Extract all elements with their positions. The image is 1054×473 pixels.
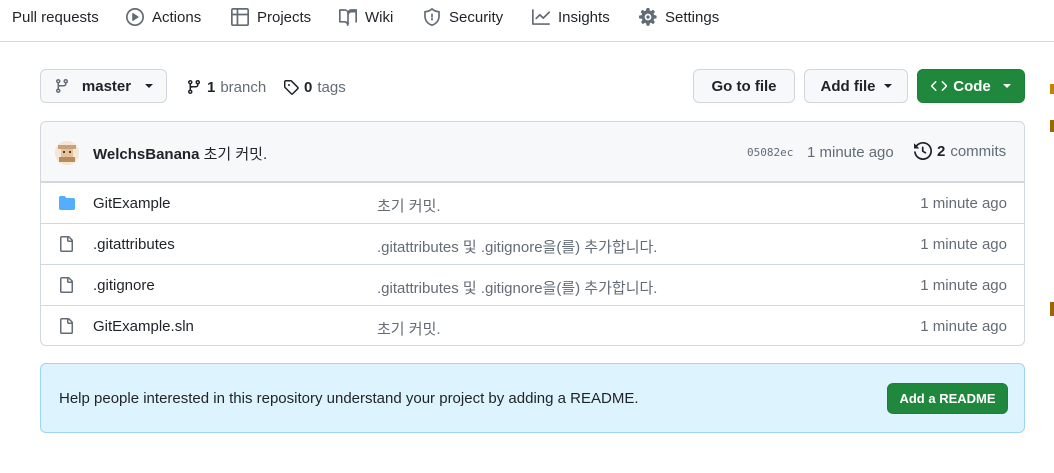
file-icon [58,318,74,334]
branch-select-label: master [81,77,132,95]
branches-link[interactable]: 1 branch [186,77,266,97]
nav-tab-insights[interactable]: Insights [532,0,610,34]
nav-tab-actions[interactable]: Actions [126,0,201,34]
sidebar-clipped-fragment [1050,120,1054,132]
go-to-file-label: Go to file [711,77,777,95]
file-commit-time: 1 minute ago [920,277,1007,294]
code-label: Code [953,77,991,95]
file-icon [58,236,74,252]
table-row[interactable]: GitExample 초기 커밋. 1 minute ago [41,182,1024,223]
nav-label: Actions [152,8,202,26]
table-row[interactable]: .gitignore .gitattributes 및 .gitignore을(… [41,264,1024,305]
avatar[interactable] [55,141,79,165]
nav-label: Security [449,8,504,26]
nav-label: Insights [558,8,610,26]
tag-label: tags [317,78,346,96]
git-branch-icon [186,79,202,95]
nav-tab-settings[interactable]: Settings [639,0,719,34]
chevron-down-icon [145,84,154,88]
readme-prompt: Help people interested in this repositor… [59,390,639,407]
commit-summary: WelchsBanana 초기 커밋. [93,143,267,164]
sidebar-clipped-fragment [1050,302,1054,316]
chevron-down-icon [1002,84,1011,88]
nav-tab-security[interactable]: Security [423,0,503,34]
file-commit-message[interactable]: 초기 커밋. [377,318,441,339]
table-icon [231,8,249,26]
branch-label: branch [220,78,267,96]
history-icon [914,142,932,160]
file-name[interactable]: GitExample [93,195,171,212]
file-commit-time: 1 minute ago [920,236,1007,253]
nav-label: Wiki [365,8,394,26]
file-commit-message[interactable]: .gitattributes 및 .gitignore을(를) 추가합니다. [377,277,657,298]
file-name[interactable]: .gitattributes [93,236,175,253]
repo-nav: Pull requests Actions Projects Wiki Secu… [0,0,1054,42]
readme-banner: Help people interested in this repositor… [40,363,1025,433]
commit-count: 2 [937,142,946,160]
add-file-button[interactable]: Add file [804,69,908,103]
nav-tab-projects[interactable]: Projects [231,0,311,34]
add-readme-button[interactable]: Add a README [887,383,1008,414]
commit-sha[interactable]: 05082ec [747,146,793,159]
nav-tab-wiki[interactable]: Wiki [339,0,393,34]
latest-commit-bar: WelchsBanana 초기 커밋. 05082ec 1 minute ago… [41,122,1024,182]
file-commit-message[interactable]: 초기 커밋. [377,195,441,216]
commit-count-label: commits [950,142,1007,160]
tag-icon [283,79,299,95]
graph-icon [532,8,550,26]
book-icon [339,8,357,26]
chevron-down-icon [883,84,892,88]
tag-count: 0 [304,78,313,96]
file-name[interactable]: GitExample.sln [93,318,194,335]
add-file-label: Add file [820,77,876,95]
nav-label: Projects [257,8,312,26]
git-branch-icon [54,78,70,94]
tags-link[interactable]: 0 tags [283,77,346,97]
add-readme-label: Add a README [899,391,996,406]
folder-icon [58,195,76,211]
file-commit-message[interactable]: .gitattributes 및 .gitignore을(를) 추가합니다. [377,236,657,257]
table-row[interactable]: GitExample.sln 초기 커밋. 1 minute ago [41,305,1024,345]
code-icon [931,78,948,94]
commits-link[interactable]: 2 commits [914,142,1006,160]
branch-select[interactable]: master [40,69,167,103]
commit-message[interactable]: 초기 커밋. [204,146,268,163]
sidebar-clipped-fragment [1050,84,1054,94]
table-row[interactable]: .gitattributes .gitattributes 및 .gitigno… [41,223,1024,264]
code-button[interactable]: Code [917,69,1025,103]
nav-tab-pull-requests[interactable]: Pull requests [12,0,99,34]
file-icon [58,277,74,293]
play-icon [126,8,144,26]
gear-icon [639,8,657,26]
file-commit-time: 1 minute ago [920,195,1007,212]
commit-author[interactable]: WelchsBanana [93,146,199,163]
shield-icon [423,8,441,26]
nav-label: Settings [665,8,720,26]
branch-count: 1 [207,78,216,96]
file-name[interactable]: .gitignore [93,277,155,294]
file-table: WelchsBanana 초기 커밋. 05082ec 1 minute ago… [40,121,1025,346]
file-commit-time: 1 minute ago [920,318,1007,335]
nav-label: Pull requests [12,8,99,26]
commit-time: 1 minute ago [807,144,894,161]
go-to-file-button[interactable]: Go to file [693,69,795,103]
